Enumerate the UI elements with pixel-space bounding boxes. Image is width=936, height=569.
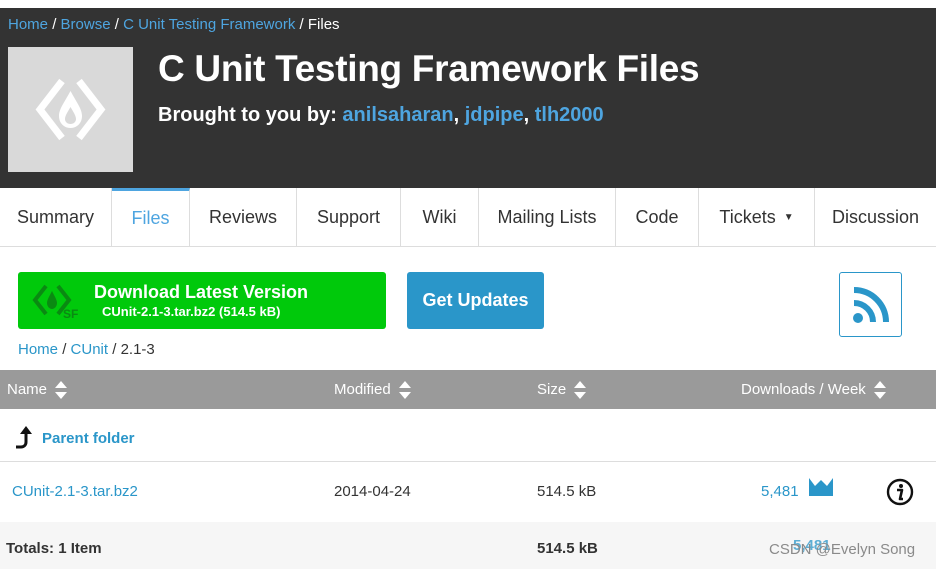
tab-label: Tickets bbox=[719, 206, 776, 227]
folder-breadcrumb-current: 2.1-3 bbox=[120, 341, 155, 358]
totals-size: 514.5 kB bbox=[537, 540, 598, 557]
tab-support[interactable]: Support bbox=[297, 188, 401, 246]
sort-icon bbox=[873, 380, 886, 399]
files-table-header: Name Modified Size Downloads / Week bbox=[0, 370, 936, 409]
breadcrumb-separator: / bbox=[52, 16, 57, 33]
page-title: C Unit Testing Framework Files bbox=[158, 48, 700, 89]
column-header-size[interactable]: Size bbox=[537, 370, 587, 409]
tab-mailing-lists[interactable]: Mailing Lists bbox=[479, 188, 616, 246]
tab-code[interactable]: Code bbox=[616, 188, 699, 246]
breadcrumb-current: Files bbox=[307, 16, 340, 33]
authors-prefix: Brought to you by: bbox=[158, 104, 337, 126]
download-title: Download Latest Version bbox=[94, 282, 309, 302]
svg-text:SF: SF bbox=[63, 307, 78, 320]
folder-breadcrumb-home[interactable]: Home bbox=[18, 341, 58, 358]
rss-icon bbox=[852, 286, 889, 323]
breadcrumb: Home / Browse / C Unit Testing Framework… bbox=[8, 16, 340, 33]
file-modified: 2014-04-24 bbox=[334, 483, 411, 500]
totals-label: Totals: 1 Item bbox=[6, 540, 102, 557]
file-size: 514.5 kB bbox=[537, 483, 597, 500]
tab-tickets[interactable]: Tickets ▼ bbox=[699, 188, 815, 246]
level-up-arrow-icon bbox=[16, 426, 32, 449]
table-row: CUnit-2.1-3.tar.bz2 2014-04-24 514.5 kB … bbox=[0, 463, 936, 521]
column-label: Name bbox=[7, 381, 48, 398]
author-link-tlh2000[interactable]: tlh2000 bbox=[535, 104, 604, 126]
get-updates-button[interactable]: Get Updates bbox=[407, 272, 544, 329]
breadcrumb-home[interactable]: Home bbox=[8, 16, 48, 33]
downloads-chart-icon[interactable] bbox=[808, 477, 834, 497]
rss-button[interactable] bbox=[839, 272, 902, 337]
parent-folder-row[interactable]: Parent folder bbox=[0, 410, 936, 462]
tab-label: Files bbox=[131, 208, 170, 228]
column-label: Size bbox=[537, 381, 567, 398]
sort-icon bbox=[55, 380, 68, 399]
tab-files[interactable]: Files bbox=[112, 188, 190, 246]
project-tabs: Summary Files Reviews Support Wiki Maili… bbox=[0, 188, 936, 247]
parent-folder-link[interactable]: Parent folder bbox=[42, 430, 135, 447]
tab-label: Wiki bbox=[422, 206, 457, 227]
author-link-anilsaharan[interactable]: anilsaharan bbox=[342, 104, 453, 126]
sort-icon bbox=[398, 380, 411, 399]
info-icon[interactable] bbox=[886, 478, 914, 506]
column-header-downloads[interactable]: Downloads / Week bbox=[741, 370, 887, 409]
tab-label: Mailing Lists bbox=[497, 206, 597, 227]
column-label: Modified bbox=[334, 381, 391, 398]
tab-wiki[interactable]: Wiki bbox=[401, 188, 479, 246]
file-downloads-link[interactable]: 5,481 bbox=[761, 483, 799, 500]
caret-down-icon: ▼ bbox=[783, 211, 794, 223]
get-updates-label: Get Updates bbox=[422, 290, 529, 310]
breadcrumb-separator: / bbox=[62, 341, 67, 358]
download-latest-button[interactable]: SF Download Latest Version CUnit-2.1-3.t… bbox=[18, 272, 386, 329]
watermark: 5,481 CSDN @Evelyn Song bbox=[769, 537, 916, 558]
authors-line: Brought to you by: anilsaharan, jdpipe, … bbox=[158, 104, 604, 126]
watermark-text: CSDN @Evelyn Song bbox=[769, 541, 916, 558]
breadcrumb-separator: / bbox=[112, 341, 117, 358]
author-link-jdpipe[interactable]: jdpipe bbox=[465, 104, 524, 126]
download-filename: CUnit-2.1-3.tar.bz2 (514.5 kB) bbox=[102, 304, 281, 319]
tab-discussion[interactable]: Discussion bbox=[815, 188, 936, 246]
breadcrumb-separator: / bbox=[114, 16, 119, 33]
file-name-link[interactable]: CUnit-2.1-3.tar.bz2 bbox=[12, 483, 138, 500]
column-header-modified[interactable]: Modified bbox=[334, 370, 412, 409]
tab-label: Discussion bbox=[831, 206, 920, 227]
sort-icon bbox=[574, 380, 587, 399]
breadcrumb-separator: / bbox=[299, 16, 304, 33]
tab-label: Reviews bbox=[208, 206, 278, 227]
tab-label: Support bbox=[316, 206, 381, 227]
breadcrumb-browse[interactable]: Browse bbox=[61, 16, 111, 33]
project-header: Home / Browse / C Unit Testing Framework… bbox=[0, 8, 936, 190]
tab-label: Summary bbox=[16, 206, 94, 227]
folder-breadcrumb: Home / CUnit / 2.1-3 bbox=[18, 341, 155, 358]
tab-reviews[interactable]: Reviews bbox=[190, 188, 297, 246]
folder-breadcrumb-cunit[interactable]: CUnit bbox=[71, 341, 109, 358]
sf-download-icon: SF bbox=[32, 284, 78, 320]
sourceforge-diamond-icon bbox=[35, 78, 106, 141]
tab-summary[interactable]: Summary bbox=[0, 188, 112, 246]
breadcrumb-project[interactable]: C Unit Testing Framework bbox=[123, 16, 295, 33]
column-header-name[interactable]: Name bbox=[7, 370, 68, 409]
project-logo[interactable] bbox=[8, 47, 133, 172]
tab-label: Code bbox=[635, 206, 679, 227]
column-label: Downloads / Week bbox=[741, 381, 866, 398]
